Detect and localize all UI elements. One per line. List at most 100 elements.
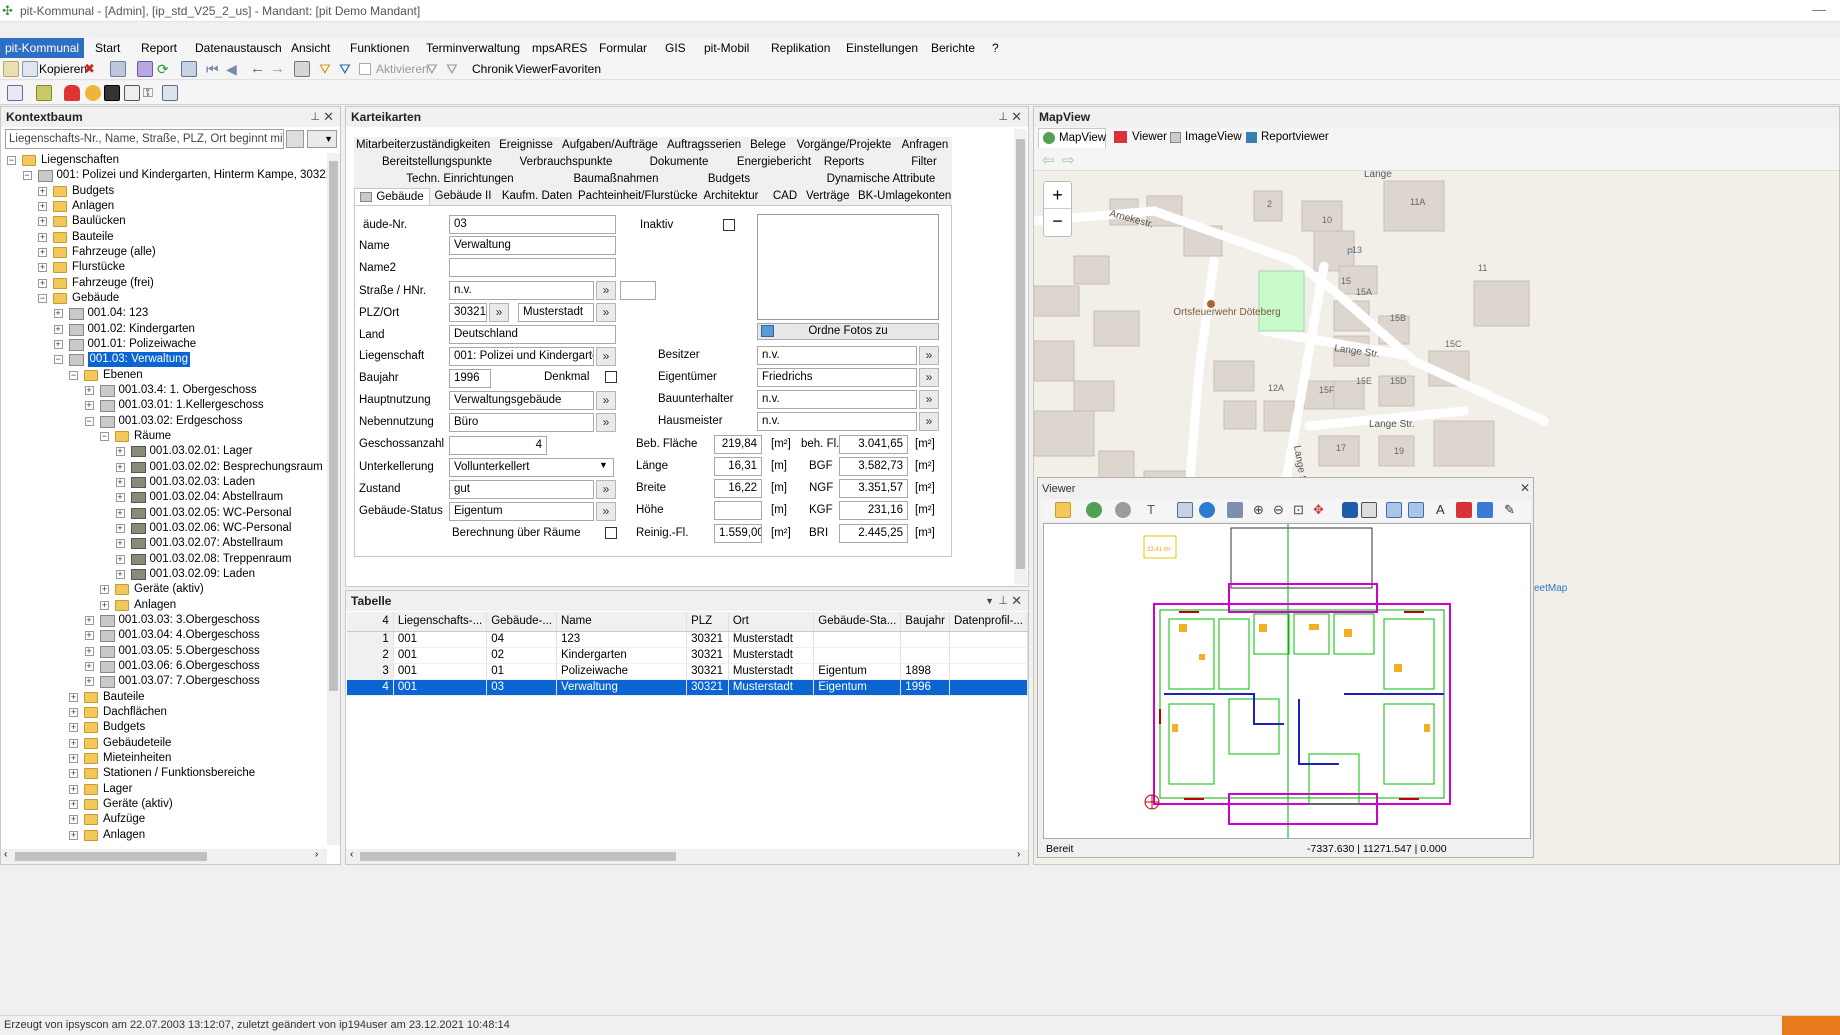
table-row[interactable]: 2 001 02 Kindergarten 30321 Musterstadt (347, 647, 1029, 664)
calculator-icon[interactable] (124, 85, 140, 101)
baujahr-field[interactable]: 1996 (449, 369, 491, 388)
tree-item[interactable]: +001.03.07: 7.Obergeschoss (1, 674, 327, 689)
tree-item[interactable]: + Bauteile (1, 690, 327, 705)
bri-field[interactable]: 2.445,25 (839, 524, 908, 543)
tree-item[interactable]: +001.03.02.04: Abstellraum (1, 490, 327, 505)
save-close-icon[interactable] (137, 61, 153, 77)
tree-search-input[interactable]: Liegenschafts-Nr., Name, Straße, PLZ, Or… (5, 129, 284, 149)
map-edit-icon[interactable] (36, 85, 52, 101)
collapse-icon[interactable]: − (69, 370, 78, 380)
ngf-field[interactable]: 3.351,57 (839, 479, 908, 498)
scroll-right-icon[interactable]: › (315, 849, 318, 860)
expand-icon[interactable]: + (53, 339, 63, 349)
behfl-field[interactable]: 3.041,65 (839, 435, 908, 454)
tab-gebäude[interactable]: Gebäude (354, 188, 430, 205)
menu-report[interactable]: Report (137, 38, 181, 58)
expand-icon[interactable]: + (69, 784, 78, 794)
tree-item[interactable]: +001.03.02.03: Laden (1, 475, 327, 490)
nebennutzung-field[interactable]: Büro (449, 413, 594, 432)
tree-item[interactable]: +001.04: 123 (1, 306, 327, 321)
plz-field[interactable]: 30321 (449, 303, 487, 322)
tree-item[interactable]: + Baulücken (1, 214, 327, 229)
tab-ereignisse[interactable]: Ereignisse (496, 137, 556, 154)
expand-icon[interactable]: + (115, 554, 125, 564)
zustand-field[interactable]: gut (449, 480, 594, 499)
expand-icon[interactable]: + (84, 385, 94, 395)
expand-icon[interactable]: + (84, 661, 94, 671)
refresh-icon[interactable]: ⟳ (157, 61, 173, 77)
zustand-lookup-button[interactable]: » (596, 480, 616, 499)
column-header[interactable]: Name (556, 612, 688, 632)
tools-icon[interactable] (162, 85, 178, 101)
expand-icon[interactable]: + (84, 677, 94, 687)
tab-techn-einrichtungen[interactable]: Techn. Einrichtungen (386, 171, 534, 188)
column-header[interactable]: Gebäude-... (486, 612, 557, 632)
beb-flaeche-field[interactable]: 219,84 (714, 435, 762, 454)
tree-item[interactable]: +001.02: Kindergarten (1, 322, 327, 337)
tab-baumaßnahmen[interactable]: Baumaßnahmen (556, 171, 676, 188)
tree-item[interactable]: +001.03.02.07: Abstellraum (1, 536, 327, 551)
eye-icon[interactable] (1342, 502, 1358, 518)
close-icon[interactable]: ✕ (1011, 107, 1022, 127)
tree-vertical-scrollbar[interactable] (327, 153, 340, 845)
tab-gebäude-ii[interactable]: Gebäude II (433, 188, 493, 205)
tab-budgets[interactable]: Budgets (704, 171, 754, 188)
tree-item[interactable]: − 001.03: Verwaltung (1, 352, 327, 368)
name2-field[interactable] (449, 258, 616, 277)
menu-pit-mobil[interactable]: pit-Mobil (700, 38, 753, 58)
first-record-icon[interactable]: ⏮ (206, 61, 222, 77)
export-icon[interactable] (1456, 502, 1472, 518)
expand-icon[interactable]: + (69, 707, 78, 717)
tree-item[interactable]: + Budgets (1, 184, 327, 199)
table-horizontal-scrollbar[interactable]: ‹ › (346, 849, 1028, 864)
tree-item[interactable]: + Budgets (1, 720, 327, 735)
expand-icon[interactable]: + (69, 692, 78, 702)
collapse-icon[interactable]: − (53, 355, 63, 365)
expand-icon[interactable]: + (69, 815, 78, 825)
expand-icon[interactable]: + (100, 585, 109, 595)
column-header[interactable]: Datenprofil-... (949, 612, 1029, 632)
tree-item[interactable]: + Dachflächen (1, 705, 327, 720)
tree-item[interactable]: − Gebäude (1, 291, 327, 306)
tab-anfragen[interactable]: Anfragen (900, 137, 950, 154)
name-field[interactable]: Verwaltung (449, 236, 616, 255)
tree-item[interactable]: − 001.03.02: Erdgeschoss (1, 414, 327, 429)
tab-verbrauchspunkte[interactable]: Verbrauchspunkte (511, 154, 621, 171)
column-header[interactable]: PLZ (686, 612, 729, 632)
expand-icon[interactable]: + (38, 263, 47, 273)
tree-item[interactable]: + Anlagen (1, 598, 327, 613)
print-icon[interactable] (1177, 502, 1193, 518)
chevron-down-icon[interactable]: ▼ (599, 460, 608, 470)
tree-item[interactable]: + Mieteinheiten (1, 751, 327, 766)
menu-funktionen[interactable]: Funktionen (346, 38, 413, 58)
expand-icon[interactable]: + (53, 309, 63, 319)
collapse-icon[interactable]: − (100, 431, 109, 441)
table-row[interactable]: 3 001 01 Polizeiwache 30321 Musterstadt Eigent… (347, 663, 1029, 680)
strasse-field[interactable]: n.v. (449, 281, 594, 300)
tree-item[interactable]: + Geräte (aktiv) (1, 797, 327, 812)
expand-icon[interactable]: + (100, 600, 109, 610)
tab-dokumente[interactable]: Dokumente (633, 154, 725, 171)
close-icon[interactable]: ✕ (323, 107, 334, 127)
hausmeister-lookup-button[interactable]: » (919, 412, 939, 431)
previous-record-icon[interactable]: ◀ (226, 61, 242, 77)
collapse-icon[interactable]: − (38, 293, 47, 303)
tab-mitarbeiterzuständigkeiten[interactable]: Mitarbeiterzuständigkeiten (356, 137, 490, 154)
table-row[interactable]: 1 001 04 123 30321 Musterstadt (347, 631, 1029, 648)
unterkellerung-select[interactable]: Vollunterkellert (449, 458, 614, 477)
column-header[interactable]: Gebäude-Sta... (813, 612, 902, 632)
zoom-in-icon[interactable]: ⊕ (1253, 502, 1269, 518)
dropdown-icon[interactable]: ▼ (985, 591, 994, 611)
reload-icon[interactable] (1086, 502, 1102, 518)
list-icon[interactable] (181, 61, 197, 77)
expand-icon[interactable]: + (38, 201, 47, 211)
menu-replikation[interactable]: Replikation (767, 38, 834, 58)
liegenschaft-lookup-button[interactable]: » (596, 347, 616, 366)
key-icon[interactable]: ⚿ (143, 85, 159, 101)
expand-icon[interactable]: + (115, 508, 125, 518)
scroll-right-icon[interactable]: › (1017, 849, 1020, 860)
hauptnutzung-field[interactable]: Verwaltungsgebäude (449, 391, 594, 410)
vehicle-icon[interactable] (64, 85, 80, 101)
expand-icon[interactable]: + (38, 217, 47, 227)
tree-item[interactable]: + Stationen / Funktionsbereiche (1, 766, 327, 781)
